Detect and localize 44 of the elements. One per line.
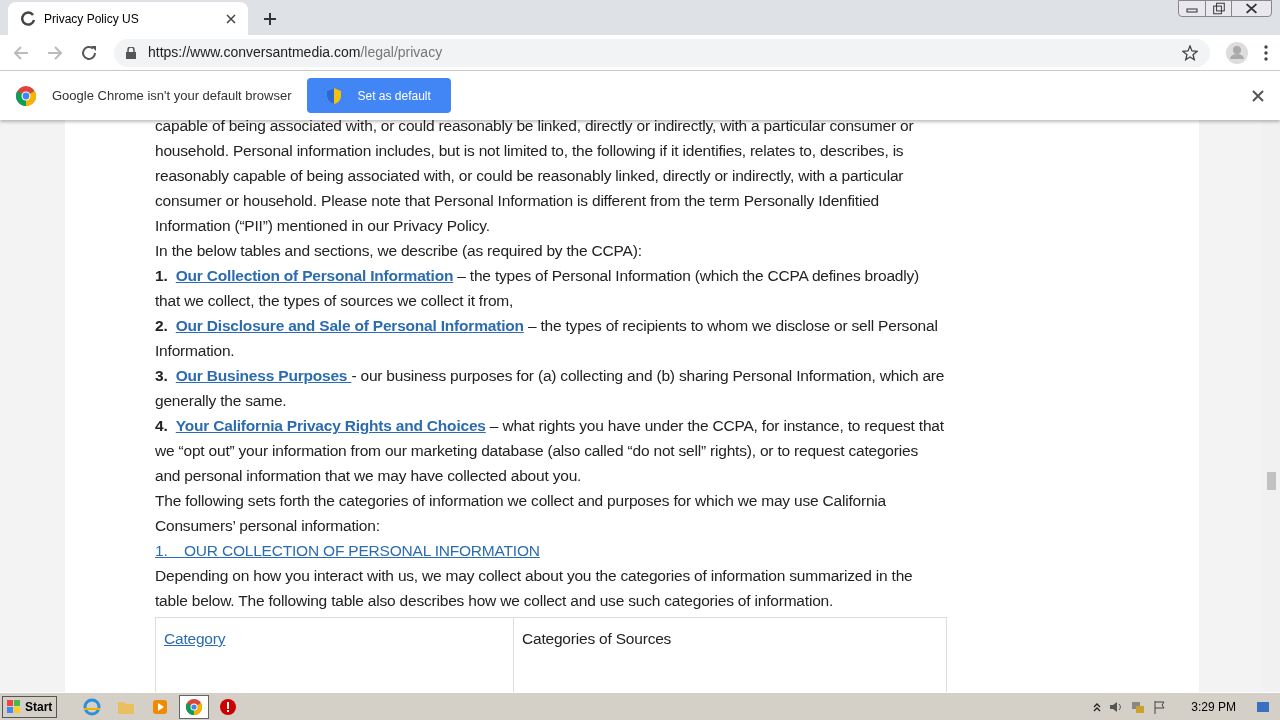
column-heading: Categories of Sources — [522, 630, 672, 647]
speaker-icon[interactable] — [1109, 699, 1124, 714]
flag-icon[interactable] — [1153, 699, 1168, 714]
reload-icon[interactable] — [80, 43, 98, 62]
close-icon[interactable] — [226, 13, 236, 24]
link[interactable]: Our Collection of Personal Information — [175, 267, 454, 284]
new-tab-icon[interactable] — [264, 13, 276, 25]
browser-tab[interactable]: Privacy Policy US — [8, 2, 248, 35]
star-icon[interactable] — [1182, 44, 1198, 61]
section-heading-link[interactable]: 1. OUR COLLECTION OF PERSONAL INFORMATION — [155, 542, 540, 559]
tab-title: Privacy Policy US — [44, 10, 140, 28]
scrollbar[interactable] — [1263, 120, 1280, 692]
menu-icon[interactable] — [1264, 44, 1268, 61]
url-text: https://www.conversantmedia.com/legal/privacy — [148, 43, 444, 62]
link[interactable]: Your California Privacy Rights and Choices — [175, 417, 486, 434]
start-button[interactable]: Start — [2, 695, 58, 718]
chrome-logo-icon — [16, 85, 36, 106]
set-default-button[interactable]: Set as default — [307, 78, 451, 113]
paragraph: In the below tables and sections, we describe (as required by the CCPA): — [155, 241, 643, 261]
list-item: 3. Our Business Purposes - our business purposes for (a) collecting and (b) sharing Personal Information, which are generally the same. — [155, 366, 946, 411]
close-icon[interactable] — [1252, 89, 1264, 102]
shield-icon — [327, 87, 342, 104]
paragraph: Depending on how you interact with us, we may collect about you the categories of information summarized in the table below. The following table also describes how we collect and use such categories of information. — [155, 566, 914, 611]
media-player-icon — [151, 697, 170, 716]
address-bar[interactable]: https://www.conversantmedia.com/legal/privacy — [114, 38, 1210, 67]
infobar-message: Google Chrome isn't your default browser — [52, 86, 292, 105]
chevron-up-icon[interactable] — [1093, 701, 1102, 712]
chrome-icon — [185, 697, 204, 716]
list-item: 2. Our Disclosure and Sale of Personal Information – the types of recipients to whom we disclose or sell Personal Information. — [155, 316, 939, 361]
clock: 3:29 PM — [1191, 698, 1236, 716]
list-item: 1. Our Collection of Personal Information – the types of Personal Information (which the CCPA defines broadly) that we collect, the types of sources we collect it from, — [155, 266, 920, 311]
paragraph: capable of being associated with, or could reasonably be linked, directly or indirectly, with a particular consumer or household. Personal information includes, but is not limited to, the following if it identifies, relates to, describes, is reasonably capable of being associated with, or could be reasonably linked, directly or indirectly, with a particular consumer or household. Please note that Personal Information is different from the term Personally Idenfitied Information (“PII”) mentioned in our Privacy Policy. — [155, 120, 915, 236]
link[interactable]: Our Disclosure and Sale of Personal Information — [175, 317, 524, 334]
show-desktop-icon[interactable] — [1256, 699, 1270, 714]
stop-sign-icon — [219, 697, 238, 716]
list-item: 4. Your California Privacy Rights and Choices – what rights you have under the CCPA, for instance, to request that we “opt out” your information from our marketing database (also called “do not sell” rights), or to request categories and personal information that we may have collected about you. — [155, 416, 945, 486]
ie-icon — [83, 697, 102, 716]
link[interactable]: Category — [164, 630, 226, 647]
loading-icon — [20, 10, 36, 27]
taskbar-app[interactable] — [179, 694, 210, 719]
windows-logo-icon — [7, 699, 21, 714]
paragraph: The following sets forth the categories of information we collect and purposes for which we may use California Consumers’ personal information: — [155, 491, 887, 536]
lock-icon — [126, 46, 136, 59]
link[interactable]: Our Business Purposes — [175, 367, 352, 384]
